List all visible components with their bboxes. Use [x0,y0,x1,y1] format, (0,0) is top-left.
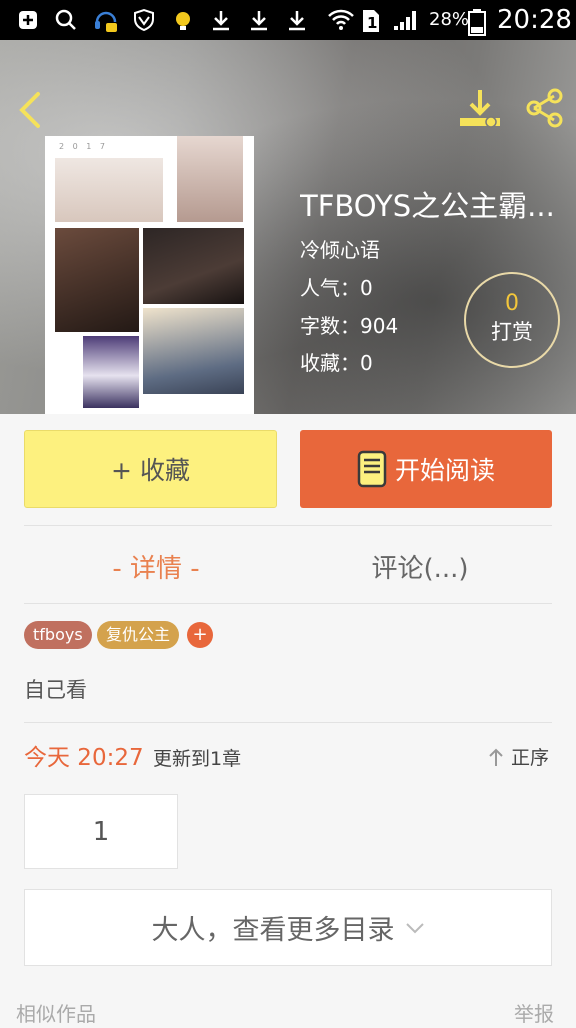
sim-slot-text: 1 [367,14,377,32]
download-icon [285,8,309,32]
cover-photo [143,228,244,304]
tag-tfboys[interactable]: tfboys [24,621,92,649]
divider [24,525,552,526]
tag-revenge-princess[interactable]: 复仇公主 [97,621,180,649]
back-button[interactable] [16,90,46,130]
sort-order-label: 正序 [511,747,550,769]
search-icon [54,8,78,32]
download-icon [247,8,271,32]
status-time: 20:28 [497,5,572,35]
cover-caption: 2 0 1 7 [59,142,108,151]
wifi-icon [327,8,355,32]
chapter-item[interactable]: 1 [24,794,178,869]
chevron-down-icon [405,922,424,933]
tip-label: 打赏 [491,320,533,344]
bulb-icon [171,8,195,32]
book-author[interactable]: 冷倾心语 [300,236,380,264]
divider [24,722,552,723]
arrow-up-icon [489,748,503,766]
book-favorites: 收藏：0 [300,351,373,375]
more-toc-label: 大人，查看更多目录 [151,915,395,946]
battery-icon [467,8,487,36]
chevron-left-icon [19,92,40,128]
plus-square-icon [16,8,40,32]
share-icon [526,88,563,128]
book-word-count: 字数：904 [300,314,399,338]
book-icon [357,450,387,488]
book-title: TFBOYS之公主霸... [300,189,555,223]
tip-count: 0 [505,291,519,316]
sim-icon: 1 [361,8,381,32]
collect-label: + 收藏 [111,456,190,485]
divider [24,603,552,604]
cover-photo [83,336,139,408]
share-button[interactable] [522,86,566,130]
start-reading-button[interactable]: 开始阅读 [300,430,552,508]
update-time: 今天 20:27 [24,745,144,771]
book-popularity: 人气：0 [300,276,373,300]
book-header: 2 0 1 7 TFBOYS之公主霸... 冷倾心语 人气：0 字数：904 收… [0,40,576,414]
cover-photo [177,136,243,222]
update-info: 更新到1章 [153,748,242,770]
book-intro: 自己看 [24,678,87,702]
collect-button[interactable]: + 收藏 [24,430,277,508]
signal-icon [392,8,420,32]
download-button[interactable] [458,88,502,130]
headset-chat-icon [93,8,117,32]
start-reading-label: 开始阅读 [394,456,495,485]
download-icon [460,90,500,128]
status-bar: 1 28% 20:28 [0,0,576,40]
sort-order-button[interactable]: 正序 [487,744,549,772]
tip-button[interactable]: 0 打赏 [464,272,560,368]
tab-comments[interactable]: 评论(...) [288,530,552,602]
add-tag-button[interactable]: + [187,622,213,648]
cover-photo [55,158,163,222]
tab-detail[interactable]: - 详情 - [24,530,288,602]
cover-photo [55,228,139,332]
shield-v-icon [132,8,156,32]
cover-photo [143,308,244,394]
book-cover[interactable]: 2 0 1 7 [45,136,254,414]
battery-percent: 28% [429,9,470,30]
more-toc-button[interactable]: 大人，查看更多目录 [24,889,552,966]
download-icon [209,8,233,32]
